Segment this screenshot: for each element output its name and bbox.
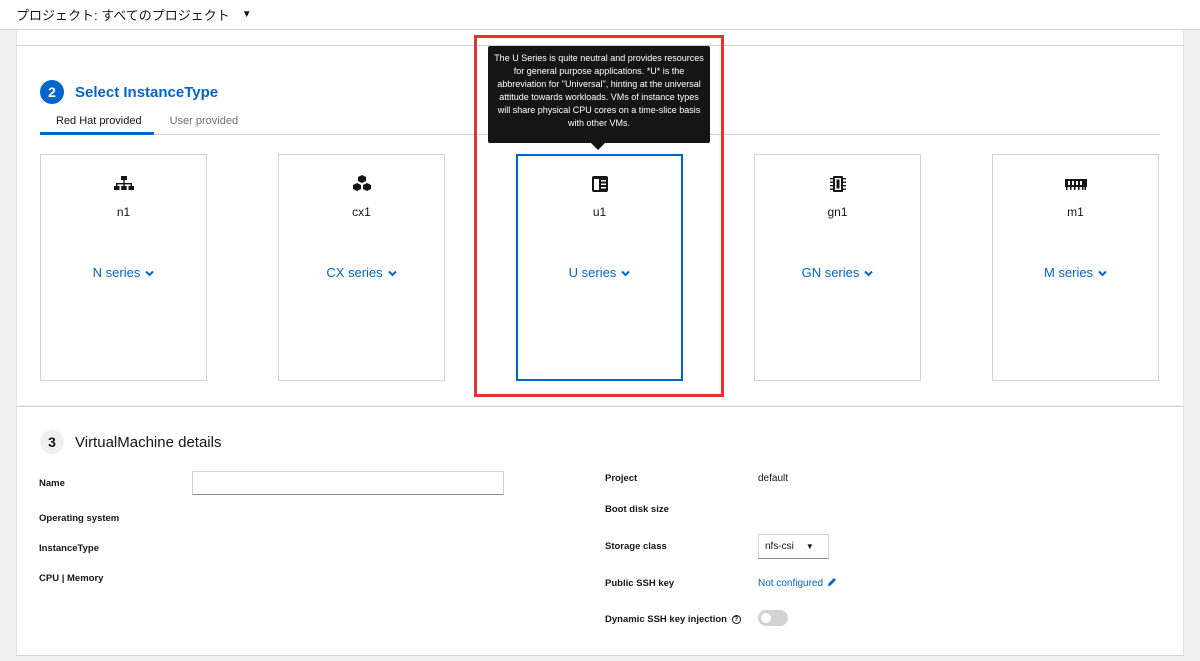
chevron-down-icon	[621, 265, 631, 280]
toggle-knob	[761, 613, 771, 623]
instancetype-card-gn1[interactable]: gn1 GN series	[754, 154, 921, 381]
chevron-down-icon	[864, 265, 874, 280]
instancetype-card-u1[interactable]: u1 U series	[516, 154, 683, 381]
series-label: M series	[1043, 265, 1094, 280]
project-selector-label: プロジェクト: すべてのプロジェクト	[16, 8, 230, 23]
network-hierarchy-icon	[113, 175, 134, 193]
virtualmachine-details-section: 3 VirtualMachine details	[16, 406, 1184, 656]
previous-step-panel	[16, 30, 1184, 46]
ssh-key-value: Not configured	[758, 578, 824, 589]
tooltip-arrow	[591, 143, 605, 150]
server-icon	[591, 175, 609, 193]
chevron-down-icon	[145, 265, 155, 280]
series-dropdown[interactable]: N series	[93, 265, 155, 280]
project-label: Project	[605, 473, 638, 484]
caret-down-icon: ▼	[241, 9, 252, 20]
dynamic-ssh-label-text: Dynamic SSH key injection	[605, 614, 727, 625]
series-label: U series	[568, 265, 617, 280]
tab-red-hat-provided[interactable]: Red Hat provided	[40, 110, 154, 135]
card-name: cx1	[352, 205, 371, 219]
step-title: VirtualMachine details	[75, 433, 222, 451]
dynamic-ssh-toggle[interactable]	[758, 610, 788, 626]
card-name: gn1	[827, 205, 848, 219]
series-dropdown[interactable]: M series	[1044, 265, 1107, 280]
ssh-key-edit-link[interactable]: Not configured	[758, 577, 837, 590]
series-dropdown[interactable]: CX series	[326, 265, 397, 280]
cpu-memory-label: CPU | Memory	[39, 573, 104, 584]
dynamic-ssh-key-injection-label: Dynamic SSH key injection ?	[605, 614, 741, 625]
chevron-down-icon	[387, 265, 397, 280]
project-selector[interactable]: プロジェクト: すべてのプロジェクト ▼	[0, 0, 1200, 30]
instancetype-label: InstanceType	[39, 543, 100, 554]
caret-down-icon: ▼	[805, 542, 814, 551]
card-name: n1	[116, 205, 131, 219]
card-name: u1	[592, 205, 607, 219]
step-number-badge: 2	[40, 80, 64, 104]
step-title: Select InstanceType	[75, 83, 219, 101]
tab-user-provided[interactable]: User provided	[154, 110, 250, 135]
instancetype-card-m1[interactable]: m1 M series	[992, 154, 1159, 381]
cubes-icon	[352, 175, 372, 193]
storage-class-select[interactable]: nfs-csi ▼	[758, 534, 829, 559]
help-icon[interactable]: ?	[731, 614, 741, 624]
name-label: Name	[39, 478, 65, 489]
series-label: N series	[92, 265, 141, 280]
step-2-heading: 2 Select InstanceType	[40, 80, 218, 104]
memory-icon	[1064, 175, 1087, 193]
series-dropdown[interactable]: GN series	[802, 265, 874, 280]
instancetype-card-n1[interactable]: n1 N series	[40, 154, 207, 381]
series-dropdown[interactable]: U series	[569, 265, 631, 280]
boot-disk-size-label: Boot disk size	[605, 504, 669, 515]
storage-class-value: nfs-csi	[765, 541, 794, 552]
operating-system-label: Operating system	[39, 513, 120, 524]
project-value: default	[758, 473, 789, 484]
storage-class-label: Storage class	[605, 541, 667, 552]
series-label: CX series	[326, 265, 383, 280]
step-3-heading: 3 VirtualMachine details	[40, 430, 221, 454]
pencil-icon	[827, 577, 837, 590]
step-number-badge: 3	[40, 430, 64, 454]
chevron-down-icon	[1098, 265, 1107, 280]
name-input[interactable]	[192, 471, 504, 495]
microchip-icon	[829, 175, 847, 193]
card-name: m1	[1067, 205, 1084, 219]
series-label: GN series	[801, 265, 860, 280]
series-tooltip: The U Series is quite neutral and provid…	[488, 46, 710, 143]
public-ssh-key-label: Public SSH key	[605, 578, 675, 589]
instancetype-card-cx1[interactable]: cx1 CX series	[278, 154, 445, 381]
